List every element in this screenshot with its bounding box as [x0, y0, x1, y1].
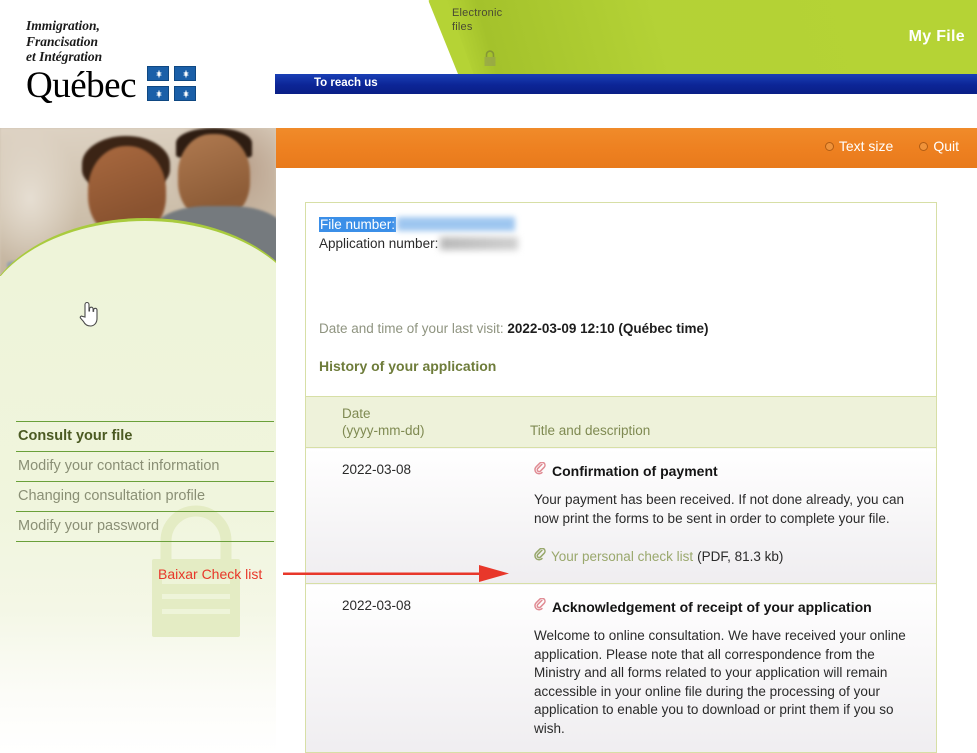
- column-header-title-description: Title and description: [520, 396, 936, 448]
- history-section-title: History of your application: [319, 358, 497, 374]
- lock-icon: [483, 50, 497, 72]
- department-line-2: Francisation: [26, 33, 99, 49]
- electronic-files-line2: files: [452, 21, 473, 33]
- paperclip-icon: [534, 547, 547, 565]
- department-line-3: et Intégration: [26, 49, 103, 64]
- column-header-date-line2: (yyyy-mm-dd): [342, 423, 425, 438]
- to-reach-us-label: To reach us: [314, 77, 378, 89]
- application-number-value-redacted: [440, 237, 519, 250]
- text-size-label: Text size: [838, 138, 894, 154]
- to-reach-us-bar[interactable]: To reach us: [275, 74, 977, 94]
- application-number-row: Application number:: [319, 234, 923, 253]
- entry-title: Acknowledgement of receipt of your appli…: [534, 597, 920, 615]
- electronic-files-label: Electronic files: [452, 6, 502, 34]
- entry-body: Your payment has been received. If not d…: [534, 492, 904, 526]
- row-description-cell: Confirmation of payment Your payment has…: [520, 447, 936, 584]
- bullet-icon: [919, 141, 929, 151]
- attachment-meta: (PDF, 81.3 kb): [697, 549, 784, 564]
- sidebar-item-changing-consultation-profile[interactable]: Changing consultation profile: [16, 481, 274, 511]
- application-number-label: Application number:: [319, 236, 439, 251]
- sidebar-item-label: Consult your file: [18, 428, 133, 444]
- file-identifiers: File number: Application number:: [306, 203, 936, 253]
- attachment-link-text: Your personal check list: [551, 549, 694, 564]
- entry-title-text: Confirmation of payment: [552, 462, 718, 479]
- file-number-label: File number:: [319, 217, 397, 232]
- quit-button[interactable]: Quit: [919, 138, 959, 154]
- left-sidebar: Consult your file Modify your contact in…: [0, 128, 280, 753]
- quebec-flag-icon: [147, 65, 196, 101]
- paperclip-icon: [534, 461, 547, 479]
- sidebar-item-consult-your-file[interactable]: Consult your file: [16, 421, 274, 451]
- quebec-logo: Immigration, Francisation et Intégration…: [26, 18, 196, 105]
- sidebar-item-modify-contact-information[interactable]: Modify your contact information: [16, 451, 274, 481]
- quebec-wordmark: Québec: [26, 64, 137, 106]
- column-header-date-line1: Date: [342, 406, 371, 421]
- file-number-value-redacted: [397, 217, 516, 231]
- main-content-panel: File number: Application number: Date an…: [305, 202, 937, 753]
- attachment-link-check-list[interactable]: Your personal check list (PDF, 81.3 kb): [534, 547, 920, 565]
- column-header-title-description-label: Title and description: [530, 423, 651, 438]
- file-number-row: File number:: [319, 215, 923, 234]
- department-name: Immigration, Francisation et Intégration: [26, 18, 196, 65]
- row-date: 2022-03-08: [306, 583, 520, 752]
- hero-photo: [0, 128, 276, 276]
- entry-body: Welcome to online consultation. We have …: [534, 628, 906, 736]
- sidebar-item-label: Modify your contact information: [18, 458, 220, 474]
- annotation-label: Baixar Check list: [158, 566, 263, 582]
- text-size-button[interactable]: Text size: [824, 138, 894, 154]
- entry-title: Confirmation of payment: [534, 461, 920, 479]
- column-header-date: Date (yyyy-mm-dd): [306, 396, 520, 448]
- right-arrow-icon: [283, 559, 511, 592]
- entry-title-text: Acknowledgement of receipt of your appli…: [552, 598, 872, 615]
- department-line-1: Immigration,: [26, 18, 100, 33]
- sidebar-item-label: Modify your password: [18, 518, 160, 534]
- last-visit-row: Date and time of your last visit: 2022-0…: [306, 321, 936, 336]
- paperclip-icon: [534, 597, 547, 615]
- sidebar-panel: Consult your file Modify your contact in…: [0, 276, 276, 753]
- my-file-title: My File: [908, 28, 965, 45]
- last-visit-label: Date and time of your last visit:: [319, 321, 504, 336]
- bullet-icon: [824, 141, 834, 151]
- table-row: 2022-03-08 Acknowledgement of receipt of…: [306, 583, 936, 752]
- electronic-files-line1: Electronic: [452, 7, 503, 19]
- row-description-cell: Acknowledgement of receipt of your appli…: [520, 583, 936, 752]
- last-visit-value: 2022-03-09 12:10 (Québec time): [507, 321, 709, 336]
- table-header-row: Date (yyyy-mm-dd) Title and description: [306, 396, 936, 448]
- site-header: Electronic files My File Immigration, Fr…: [0, 0, 977, 122]
- sidebar-item-modify-your-password[interactable]: Modify your password: [16, 511, 274, 542]
- quit-label: Quit: [933, 138, 959, 154]
- sidebar-nav: Consult your file Modify your contact in…: [16, 421, 274, 542]
- sidebar-item-label: Changing consultation profile: [18, 488, 206, 504]
